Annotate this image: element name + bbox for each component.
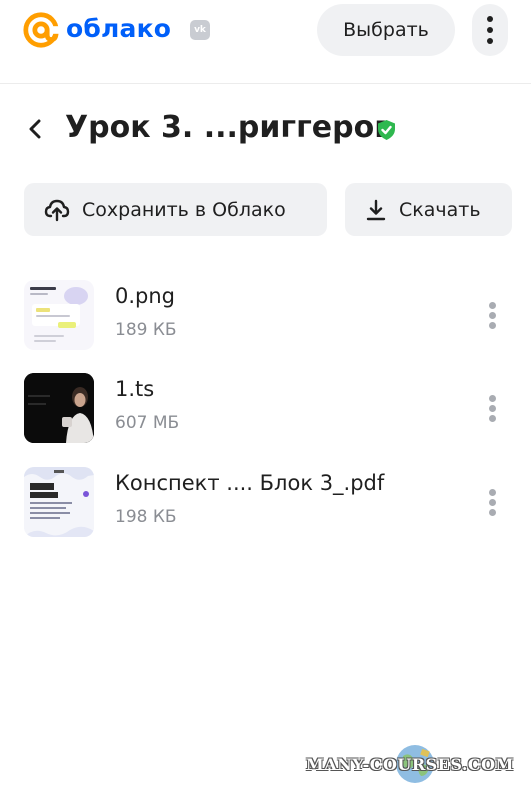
file-name: 1.ts — [115, 377, 155, 401]
file-name: Конспект .... Блок 3_.pdf — [115, 471, 385, 495]
file-size: 198 КБ — [115, 507, 177, 527]
file-row[interactable]: 1.ts 607 МБ — [0, 373, 531, 453]
download-label: Скачать — [399, 198, 481, 221]
top-bar: облако vk Выбрать — [0, 0, 531, 84]
vk-icon: vk — [190, 20, 210, 40]
more-vertical-icon — [487, 16, 493, 44]
watermark-text: MANY-COURSES.COM — [306, 755, 514, 774]
more-vertical-icon — [489, 395, 496, 425]
more-menu-button[interactable] — [472, 4, 508, 56]
download-icon — [366, 199, 386, 220]
more-vertical-icon — [489, 489, 496, 519]
select-button[interactable]: Выбрать — [317, 4, 455, 56]
file-size: 189 КБ — [115, 320, 177, 340]
at-sign-logo-icon — [23, 12, 60, 48]
pdf-thumbnail — [24, 467, 94, 537]
file-menu-button[interactable] — [483, 393, 503, 423]
video-thumbnail — [24, 373, 94, 443]
cloud-upload-icon — [44, 199, 70, 221]
file-row[interactable]: Конспект .... Блок 3_.pdf 198 КБ — [0, 467, 531, 547]
shield-check-icon — [378, 120, 395, 140]
logo-text: облако — [66, 13, 172, 43]
more-vertical-icon — [489, 302, 496, 332]
cloud-folder-page: облако vk Выбрать Урок 3. ...риггеров Со… — [0, 0, 531, 800]
file-name: 0.png — [115, 284, 176, 308]
file-menu-button[interactable] — [483, 300, 503, 330]
file-size: 607 МБ — [115, 413, 180, 433]
save-to-cloud-button[interactable]: Сохранить в Облако — [24, 183, 327, 236]
download-button[interactable]: Скачать — [345, 183, 512, 236]
file-row[interactable]: 0.png 189 КБ — [0, 280, 531, 360]
chevron-left-icon[interactable] — [26, 118, 46, 140]
file-menu-button[interactable] — [483, 487, 503, 517]
folder-title: Урок 3. ...риггеров — [65, 110, 394, 145]
cloud-logo[interactable]: облако — [22, 11, 171, 49]
image-thumbnail — [24, 280, 94, 350]
save-to-cloud-label: Сохранить в Облако — [82, 198, 286, 221]
